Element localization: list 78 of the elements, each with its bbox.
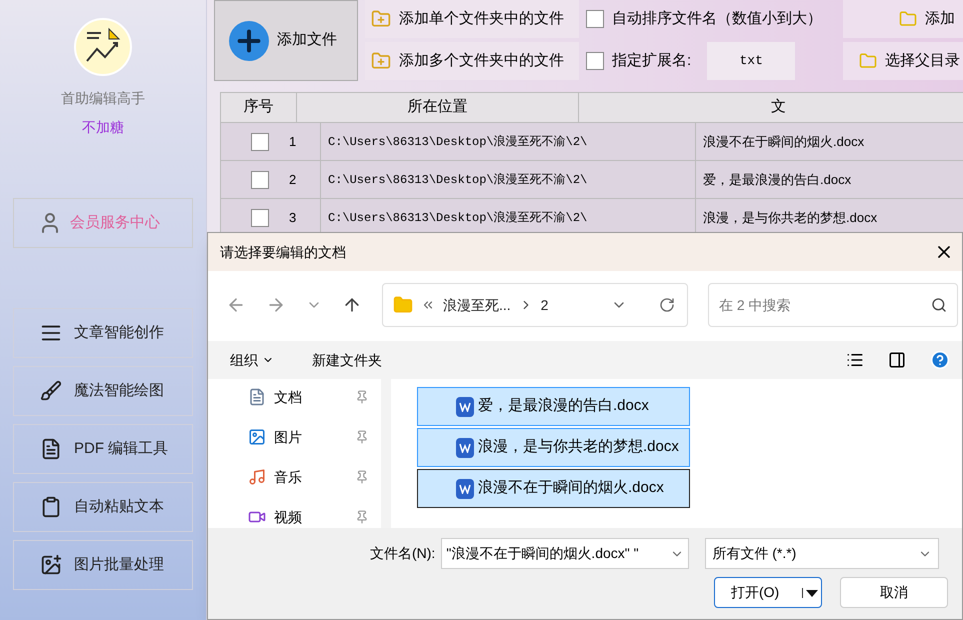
table-cell: C:\Users\86313\Desktop\浪漫至死不渝\2\	[321, 161, 696, 198]
app-name: 首助编辑高手	[61, 89, 145, 108]
toolbar-button[interactable]: 添加	[843, 0, 963, 38]
file-name: 爱，是最浪漫的告白.docx	[478, 396, 649, 416]
nav-item[interactable]: 文档	[274, 386, 302, 408]
checkbox-label: 指定扩展名:	[612, 50, 692, 71]
address-bar[interactable]: 浪漫至死... 2	[382, 283, 688, 327]
file-name: 浪漫不在于瞬间的烟火.docx	[478, 478, 664, 498]
cancel-button[interactable]: 取消	[840, 577, 948, 608]
word-document-icon	[456, 396, 474, 416]
search-field[interactable]: 在 2 中搜索	[708, 283, 958, 327]
column-header: 文	[579, 93, 963, 122]
sidebar-menu-button[interactable]: 图片批量处理	[13, 540, 193, 590]
pin-icon	[355, 430, 369, 444]
column-header: 所在位置	[296, 93, 580, 122]
table-cell-text: 2	[289, 170, 296, 189]
pictures-icon	[248, 428, 266, 446]
pin-icon	[355, 470, 369, 484]
search-icon	[931, 297, 947, 313]
word-document-icon	[456, 478, 474, 498]
preview-pane-icon[interactable]	[888, 351, 906, 369]
organize-menu[interactable]: 组织	[230, 350, 274, 370]
pin-icon	[355, 510, 369, 524]
file-item[interactable]: 浪漫不在于瞬间的烟火.docx	[417, 469, 690, 508]
folder-icon	[393, 295, 413, 315]
folder-icon	[899, 10, 917, 28]
filename-field[interactable]: "浪漫不在于瞬间的烟火.docx" "	[441, 538, 690, 569]
sidebar-menu-button[interactable]: PDF 编辑工具	[13, 424, 193, 474]
dialog-title: 请选择要编辑的文档	[220, 242, 346, 262]
extension-field[interactable]: txt	[707, 42, 796, 80]
column-header: 序号	[221, 93, 297, 122]
new-folder-button[interactable]: 新建文件夹	[312, 350, 382, 370]
file-item[interactable]: 爱，是最浪漫的告白.docx	[417, 387, 690, 426]
table-cell-text: 1	[289, 132, 296, 151]
help-icon[interactable]	[930, 350, 950, 370]
breadcrumb-item[interactable]: 2	[540, 294, 548, 316]
table-cell-text: 3	[289, 208, 296, 227]
table-cell-text: 浪漫，是与你共老的梦想.docx	[702, 208, 878, 227]
image-icon	[40, 554, 62, 576]
checkbox[interactable]	[251, 208, 269, 226]
folder-icon	[859, 52, 877, 70]
user-name: 不加糖	[82, 118, 124, 137]
refresh-icon[interactable]	[659, 297, 675, 313]
brush-icon	[40, 380, 62, 402]
add-folder-button[interactable]: 添加单个文件夹中的文件	[365, 0, 579, 38]
checkbox[interactable]	[251, 170, 269, 188]
checkbox-label: 自动排序文件名（数值小到大）	[612, 8, 822, 29]
table-cell: C:\Users\86313\Desktop\浪漫至死不渝\2\	[321, 123, 696, 160]
pdf-icon	[40, 438, 62, 460]
checkbox[interactable]	[251, 132, 269, 150]
nav-item[interactable]: 图片	[274, 426, 302, 448]
folder-icon	[371, 51, 391, 71]
sidebar-menu-button[interactable]: 自动粘贴文本	[13, 482, 193, 532]
file-type-dropdown[interactable]: 所有文件 (*.*)	[705, 538, 940, 569]
nav-item[interactable]: 音乐	[274, 466, 302, 488]
file-name: 浪漫，是与你共老的梦想.docx	[478, 437, 679, 458]
breadcrumb-item[interactable]: 浪漫至死...	[443, 294, 511, 316]
view-icon[interactable]	[846, 351, 864, 369]
word-document-icon	[456, 438, 474, 458]
paste-icon	[40, 496, 62, 518]
docs-icon	[248, 388, 266, 406]
sidebar-menu-button[interactable]: 文章智能创作	[13, 308, 193, 358]
toolbar-button[interactable]: 选择父目录	[843, 42, 963, 80]
add-folder-button[interactable]: 添加多个文件夹中的文件	[365, 42, 579, 80]
file-item[interactable]: 浪漫，是与你共老的梦想.docx	[417, 428, 690, 467]
pin-icon	[355, 390, 369, 404]
caret-icon	[802, 588, 819, 598]
music-icon	[248, 468, 266, 486]
nav-item[interactable]: 视频	[274, 506, 302, 528]
table-cell-text: 浪漫不在于瞬间的烟火.docx	[702, 132, 866, 151]
checkbox[interactable]	[586, 52, 604, 70]
folder-icon	[371, 9, 391, 29]
open-button[interactable]: 打开(O)	[714, 577, 822, 608]
checkbox[interactable]	[586, 10, 604, 28]
filename-label: 文件名(N):	[370, 544, 436, 563]
table-cell-text: 爱，是最浪漫的告白.docx	[702, 170, 852, 189]
add-file-button[interactable]: 添加文件	[214, 0, 358, 81]
sidebar-menu-button[interactable]: 魔法智能绘图	[13, 366, 193, 416]
